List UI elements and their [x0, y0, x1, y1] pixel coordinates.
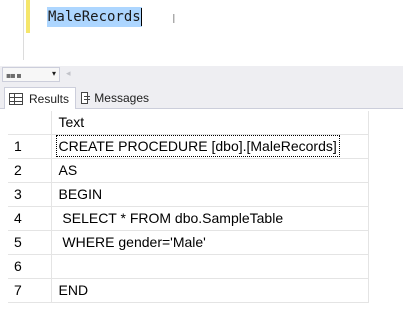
row-number[interactable]: 4	[8, 206, 52, 231]
query-editor[interactable]: MaleRecords I	[0, 0, 403, 66]
row-number[interactable]: 6	[8, 254, 52, 279]
grid-header-row: Text	[8, 111, 369, 135]
text-caret	[141, 8, 142, 26]
zoom-level-icon: ▪▪ ▪	[6, 71, 22, 80]
cell-value[interactable]: AS	[51, 158, 369, 183]
chevron-down-icon: ▾	[51, 69, 56, 78]
row-number[interactable]: 2	[8, 158, 52, 183]
editor-status-strip: ▪▪ ▪ ▾ ◂	[0, 66, 403, 84]
change-marker	[26, 0, 30, 33]
cell-value[interactable]: END	[51, 278, 369, 303]
editor-gutter-line	[23, 0, 24, 60]
row-number[interactable]: 1	[8, 134, 52, 159]
table-row[interactable]: 4 SELECT * FROM dbo.SampleTable	[8, 206, 369, 231]
table-row[interactable]: 5 WHERE gender='Male'	[8, 230, 369, 255]
grid-icon	[9, 92, 23, 105]
tab-results-label: Results	[28, 91, 69, 106]
cell-value: CREATE PROCEDURE [dbo].[MaleRecords]	[55, 135, 340, 157]
table-row[interactable]: 2 AS	[8, 158, 369, 183]
column-header-text[interactable]: Text	[51, 111, 369, 135]
cell-value[interactable]: WHERE gender='Male'	[51, 230, 369, 255]
table-row[interactable]: 1 CREATE PROCEDURE [dbo].[MaleRecords]	[8, 134, 369, 159]
selected-cell[interactable]: CREATE PROCEDURE [dbo].[MaleRecords]	[51, 134, 369, 159]
selected-code-text[interactable]: MaleRecords	[47, 7, 142, 27]
row-number[interactable]: 5	[8, 230, 52, 255]
messages-icon	[81, 92, 91, 104]
cell-value[interactable]: SELECT * FROM dbo.SampleTable	[51, 206, 369, 231]
row-number[interactable]: 7	[8, 278, 52, 303]
tab-results[interactable]: Results	[4, 87, 76, 109]
results-tab-bar: Results Messages	[0, 84, 403, 109]
tab-messages-label: Messages	[94, 91, 149, 105]
tab-messages[interactable]: Messages	[77, 87, 155, 109]
row-number-header[interactable]	[8, 111, 52, 135]
ibeam-cursor-icon: I	[172, 12, 176, 26]
cell-value[interactable]	[51, 254, 369, 279]
cell-value[interactable]: BEGIN	[51, 182, 369, 207]
table-row[interactable]: 3 BEGIN	[8, 182, 369, 207]
zoom-dropdown[interactable]: ▪▪ ▪ ▾	[2, 67, 60, 82]
results-grid: Text 1 CREATE PROCEDURE [dbo].[MaleRecor…	[8, 111, 369, 303]
table-row[interactable]: 7 END	[8, 278, 369, 303]
row-number[interactable]: 3	[8, 182, 52, 207]
table-row[interactable]: 6	[8, 254, 369, 279]
scroll-left-arrow-icon[interactable]: ◂	[66, 69, 71, 79]
